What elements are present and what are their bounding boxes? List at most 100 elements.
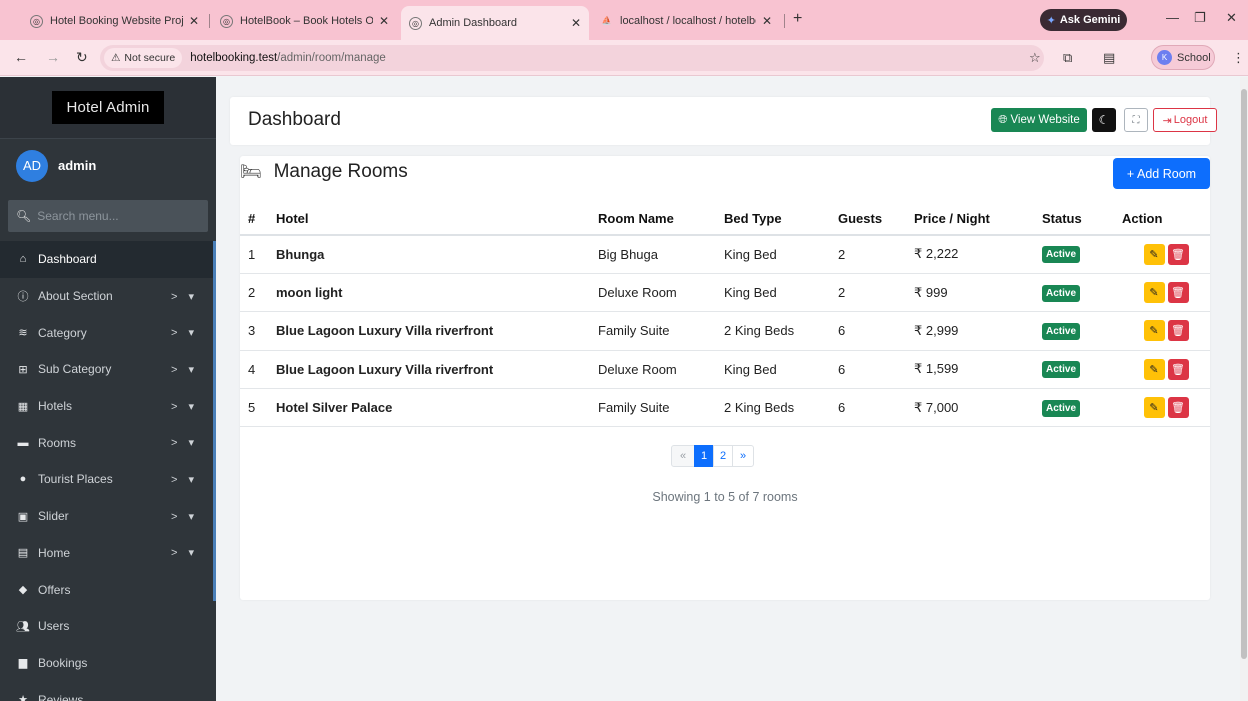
sidebar-item-bookings[interactable]: ▆ Bookings [0,645,216,682]
close-icon[interactable]: ✕ [571,16,581,30]
chevron-icon: > ▾ [170,547,198,560]
profile-button[interactable]: K School [1151,45,1215,70]
action-cell: ✎ 🗑︎ [1122,311,1210,351]
tab-label: localhost / localhost / hotelboo [620,15,756,27]
window-close-icon[interactable]: ✕ [1226,10,1237,26]
sidebar-item-label: Home [38,545,71,560]
site-info-button[interactable]: ⚠ Not secure [104,48,183,68]
edit-button[interactable]: ✎ [1143,243,1165,265]
sidebar-item-rooms[interactable]: ▬ Rooms > ▾ [0,424,216,461]
bookmark-star-icon[interactable]: ☆ [1029,50,1041,66]
browser-tab-active[interactable]: ◎ Admin Dashboard ✕ [401,6,589,40]
sidebar-item-users[interactable]: 👥︎ Users [0,608,216,645]
sidebar-item-slider[interactable]: ▣ Slider > ▾ [0,498,216,535]
cell-price: ₹ 1,599 [914,350,1042,390]
close-icon[interactable]: ✕ [189,14,199,28]
status-badge: Active [1042,284,1081,302]
reading-list-icon[interactable]: ▤ [1103,50,1115,66]
building-icon: ▤ [17,547,29,560]
dark-mode-toggle[interactable]: ☾ [1092,108,1116,132]
logout-button[interactable]: ⇥ Logout [1153,108,1217,132]
extensions-icon[interactable]: ⧉ [1063,50,1072,66]
edit-button[interactable]: ✎ [1143,320,1165,342]
column-header: Guests [838,202,914,236]
cell-hotel: moon light [276,273,598,313]
chevron-icon: > ▾ [170,400,198,413]
sign-out-icon: ⇥ [1162,114,1172,127]
search-input[interactable]: Search menu... [37,209,118,223]
browser-tab[interactable]: ⛵ localhost / localhost / hotelboo ✕ [592,6,780,36]
edit-button[interactable]: ✎ [1143,282,1165,304]
sidebar-item-dashboard[interactable]: ⌂ Dashboard [0,241,216,278]
delete-button[interactable]: 🗑︎ [1167,358,1189,380]
table-header-row: # Hotel Room Name Bed Type Guests Price … [240,202,1210,236]
pagination-summary: Showing 1 to 5 of 7 rooms [652,490,798,504]
view-website-button[interactable]: 🌐︎ View Website [991,108,1087,132]
reload-icon[interactable]: ↻ [76,49,88,66]
status-cell: Active [1042,273,1122,313]
sidebar-item-category[interactable]: ≋ Category > ▾ [0,314,216,351]
sidebar-item-tourist-places[interactable]: ● Tourist Places > ▾ [0,461,216,498]
star-icon: ★ [18,694,28,701]
column-header: Bed Type [724,202,838,236]
new-tab-icon[interactable]: + [793,10,802,28]
sidebar-search[interactable]: 🔍︎ Search menu... [8,200,208,232]
edit-button[interactable]: ✎ [1143,397,1165,419]
trash-icon: 🗑︎ [1171,325,1185,338]
pagination-next[interactable]: » [732,445,754,467]
pagination-page[interactable]: 1 [694,445,714,467]
chevron-icon: > ▾ [170,290,198,303]
edit-button[interactable]: ✎ [1143,358,1165,380]
globe-icon: ◎ [30,14,43,28]
cell-hotel: Blue Lagoon Luxury Villa riverfront [276,311,598,351]
sparkle-icon: ✦ [1046,14,1056,27]
sidebar-item-label: Tourist Places [38,472,113,487]
sidebar-item-reviews[interactable]: ★ Reviews [0,681,216,701]
delete-button[interactable]: 🗑︎ [1167,243,1189,265]
cell-guests: 2 [838,235,914,274]
browser-tab[interactable]: ◎ Hotel Booking Website Project ✕ [22,6,207,36]
pagination-prev[interactable]: « [671,445,695,467]
tab-divider [784,14,785,28]
cell-bed-type: 2 King Beds [724,388,838,428]
tab-label: Hotel Booking Website Project [50,15,183,27]
cell-hotel: Bhunga [276,235,598,274]
browser-toolbar: ← → ↻ ⚠ Not secure hotelbooking.test/adm… [0,40,1248,76]
bed-icon: 🛏︎ [240,162,262,181]
url-text[interactable]: hotelbooking.test/admin/room/manage [190,52,386,64]
tab-label: HotelBook – Book Hotels Onlin [240,15,373,27]
user-panel: AD admin [0,138,216,192]
sidebar-item-hotels[interactable]: ▦ Hotels > ▾ [0,388,216,425]
close-icon[interactable]: ✕ [379,14,389,28]
back-icon[interactable]: ← [14,49,28,65]
address-bar[interactable]: ⚠ Not secure hotelbooking.test/admin/roo… [100,45,1044,71]
column-header: Action [1122,202,1210,236]
brand-logo[interactable]: Hotel Admin [52,91,164,124]
fullscreen-button[interactable]: ⛶ [1124,108,1148,132]
cell-room-name: Deluxe Room [598,350,724,390]
delete-button[interactable]: 🗑︎ [1167,282,1189,304]
table-row: 5 Hotel Silver Palace Family Suite 2 Kin… [240,388,1210,428]
sidebar-item-offers[interactable]: ◆ Offers [0,571,216,608]
sidebar-item-about-section[interactable]: ⓘ About Section > ▾ [0,278,216,315]
sidebar-item-home[interactable]: ▤ Home > ▾ [0,535,216,572]
browser-tab[interactable]: ◎ HotelBook – Book Hotels Onlin ✕ [212,6,397,36]
scrollbar-thumb[interactable] [1241,89,1247,659]
info-icon: ⓘ [17,291,29,304]
minimize-icon[interactable]: — [1166,10,1179,25]
sidebar-item-sub-category[interactable]: ⊞ Sub Category > ▾ [0,351,216,388]
trash-icon: 🗑︎ [1171,248,1185,261]
delete-button[interactable]: 🗑︎ [1167,397,1189,419]
restore-icon[interactable]: ❐ [1194,10,1206,26]
ask-gemini-button[interactable]: ✦ Ask Gemini [1040,9,1127,31]
pagination-page[interactable]: 2 [713,445,733,467]
cell-bed-type: 2 King Beds [724,311,838,351]
add-room-button[interactable]: + Add Room [1113,158,1210,189]
delete-button[interactable]: 🗑︎ [1167,320,1189,342]
close-icon[interactable]: ✕ [762,14,772,28]
page-scrollbar[interactable] [1240,77,1248,701]
top-header: Dashboard 🌐︎ View Website ☾ ⛶ ⇥ Logout [230,97,1217,145]
forward-icon[interactable]: → [46,49,60,65]
menu-kebab-icon[interactable]: ⋮ [1232,50,1245,66]
cell-num: 2 [240,273,276,313]
